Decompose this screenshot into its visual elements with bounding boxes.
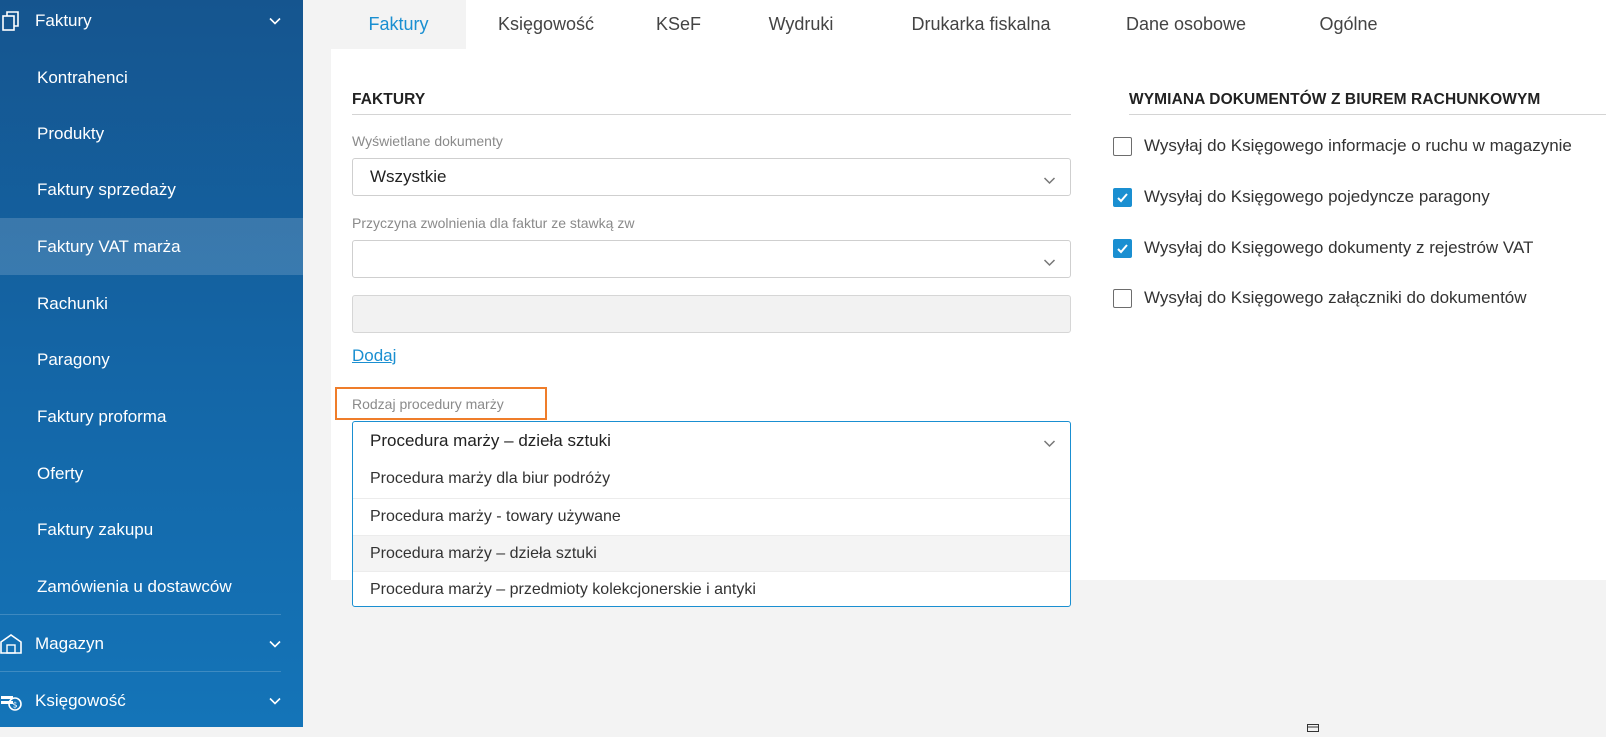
chevron-down-icon[interactable] (268, 694, 282, 708)
sidebar-item-label: Rachunki (37, 293, 108, 313)
chevron-down-icon (1043, 435, 1056, 448)
sidebar-item-label: Zamówienia u dostawców (37, 576, 232, 596)
sidebar-item-label: Oferty (37, 463, 84, 483)
add-link[interactable]: Dodaj (352, 346, 396, 366)
chevron-down-icon[interactable] (268, 637, 282, 651)
settings-tabs: Faktury Księgowość KSeF Wydruki Drukarka… (331, 0, 1606, 49)
sidebar-item-label: Produkty (37, 123, 105, 143)
tab-ksiegowosc[interactable]: Księgowość (466, 0, 626, 49)
sidebar-item-faktury-zakupu[interactable]: Faktury zakupu (0, 501, 303, 558)
chevron-down-icon[interactable] (268, 14, 282, 28)
exemption-reason-select[interactable] (352, 240, 1071, 278)
sidebar-item-paragony[interactable]: Paragony (0, 331, 303, 388)
exemption-reason-label: Przyczyna zwolnienia dla faktur ze stawk… (352, 215, 635, 231)
chevron-down-icon (1043, 254, 1056, 267)
sidebar-item-faktury-proforma[interactable]: Faktury proforma (0, 388, 303, 445)
sidebar-item-oferty[interactable]: Oferty (0, 445, 303, 502)
margin-procedure-select[interactable]: Procedura marży – dzieła sztuki (353, 422, 1070, 460)
checkbox-row-receipts[interactable]: Wysyłaj do Księgowego pojedyncze paragon… (1113, 185, 1490, 209)
checkbox[interactable] (1113, 187, 1132, 207)
checkbox-row-vat-registers[interactable]: Wysyłaj do Księgowego dokumenty z rejest… (1113, 236, 1533, 260)
sidebar-item-label: Faktury sprzedaży (37, 179, 176, 199)
tab-label: Księgowość (497, 14, 595, 34)
checkbox-label: Wysyłaj do Księgowego załączniki do doku… (1144, 288, 1527, 307)
tab-dane-osobowe[interactable]: Dane osobowe (1091, 0, 1281, 49)
sidebar-item-produkty[interactable]: Produkty (0, 105, 303, 162)
checkbox-row-attachments[interactable]: Wysyłaj do Księgowego załączniki do doku… (1113, 286, 1527, 310)
documents-icon (0, 10, 22, 32)
dropdown-option-selected[interactable]: Procedura marży – dzieła sztuki (353, 535, 1070, 571)
tab-label: Faktury (368, 14, 429, 34)
tab-faktury[interactable]: Faktury (331, 0, 466, 49)
tab-ksef[interactable]: KSeF (626, 0, 731, 49)
sidebar-item-label: Paragony (37, 349, 110, 369)
accounting-coins-icon: $ (0, 690, 22, 712)
dropdown-option[interactable]: Procedura marży - towary używane (353, 498, 1070, 534)
sidebar: Faktury Kontrahenci Produkty Faktury spr… (0, 0, 303, 727)
tab-label: Drukarka fiskalna (911, 14, 1051, 34)
displayed-docs-label: Wyświetlane dokumenty (352, 133, 503, 149)
exemption-text-field[interactable] (352, 295, 1071, 333)
checkbox[interactable] (1113, 136, 1132, 156)
sidebar-item-label: Faktury VAT marża (37, 236, 181, 256)
sidebar-item-rachunki[interactable]: Rachunki (0, 275, 303, 332)
option-label: Procedura marży - towary używane (370, 507, 621, 525)
sidebar-item-zamowienia[interactable]: Zamówienia u dostawców (0, 558, 303, 615)
select-value: Wszystkie (370, 167, 447, 186)
margin-procedure-label: Rodzaj procedury marży (352, 396, 504, 412)
sidebar-group-magazyn[interactable]: Magazyn (0, 615, 303, 672)
sidebar-item-label: Kontrahenci (37, 67, 128, 87)
checkbox[interactable] (1113, 288, 1132, 308)
sidebar-item-kontrahenci[interactable]: Kontrahenci (0, 49, 303, 106)
checkbox-row-warehouse[interactable]: Wysyłaj do Księgowego informacje o ruchu… (1113, 134, 1572, 158)
dropdown-option[interactable]: Procedura marży dla biur podróży (353, 461, 1070, 497)
sidebar-group-label: Magazyn (35, 633, 104, 653)
sidebar-item-faktury-sprzedazy[interactable]: Faktury sprzedaży (0, 161, 303, 218)
tab-label: Ogólne (1319, 14, 1378, 34)
section-divider (1129, 114, 1606, 115)
tab-wydruki[interactable]: Wydruki (731, 0, 871, 49)
checkbox-label: Wysyłaj do Księgowego dokumenty z rejest… (1144, 238, 1534, 257)
sidebar-group-label: Księgowość (35, 690, 126, 710)
section-title-exchange: WYMIANA DOKUMENTÓW Z BIUREM RACHUNKOWYM (1129, 91, 1541, 108)
warehouse-icon (0, 633, 22, 655)
displayed-docs-select[interactable]: Wszystkie (352, 158, 1071, 196)
dropdown-option[interactable]: Procedura marży – przedmioty kolekcjoner… (353, 571, 1070, 607)
checkbox-label: Wysyłaj do Księgowego informacje o ruchu… (1144, 136, 1572, 155)
sidebar-group-faktury[interactable]: Faktury (0, 0, 303, 49)
svg-text:$: $ (13, 701, 18, 710)
tab-label: Wydruki (768, 14, 834, 34)
sidebar-item-label: Faktury zakupu (37, 519, 154, 539)
margin-procedure-dropdown[interactable]: Procedura marży – dzieła sztuki Procedur… (352, 421, 1071, 607)
tab-label: KSeF (655, 14, 702, 34)
section-divider (352, 114, 1071, 115)
tab-ogolne[interactable]: Ogólne (1281, 0, 1416, 49)
option-label: Procedura marży dla biur podróży (370, 470, 611, 487)
sidebar-group-ksiegowosc[interactable]: $ Księgowość (0, 672, 303, 729)
sidebar-group-label: Faktury (35, 10, 92, 30)
sidebar-item-label: Faktury proforma (37, 406, 167, 426)
tab-label: Dane osobowe (1125, 14, 1247, 34)
checkbox[interactable] (1113, 238, 1132, 258)
calendar-icon (1307, 719, 1319, 732)
tab-drukarka-fiskalna[interactable]: Drukarka fiskalna (871, 0, 1091, 49)
select-value: Procedura marży – dzieła sztuki (370, 431, 611, 450)
option-label: Procedura marży – dzieła sztuki (370, 544, 597, 562)
section-title-faktury: FAKTURY (352, 91, 426, 108)
option-label: Procedura marży – przedmioty kolekcjoner… (370, 580, 756, 598)
chevron-down-icon (1043, 172, 1056, 185)
checkbox-label: Wysyłaj do Księgowego pojedyncze paragon… (1144, 187, 1490, 206)
sidebar-item-faktury-vat-marza[interactable]: Faktury VAT marża (0, 218, 303, 275)
